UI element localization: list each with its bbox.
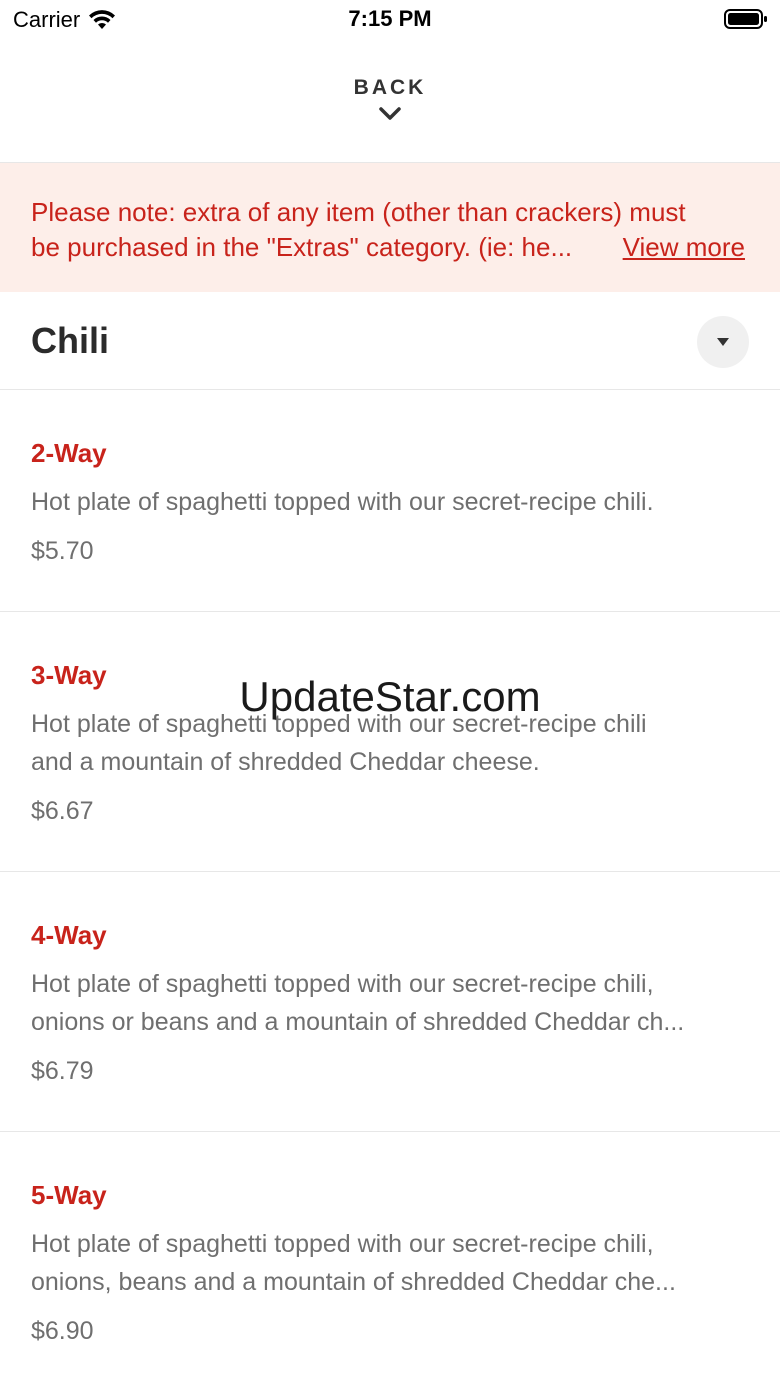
- status-bar: Carrier 7:15 PM: [0, 0, 780, 40]
- notice-line-2-text: be purchased in the "Extras" category. (…: [31, 232, 573, 262]
- chevron-down-icon: [379, 107, 401, 120]
- item-description: Hot plate of spaghetti topped with our s…: [31, 1225, 755, 1301]
- item-description-line: Hot plate of spaghetti topped with our s…: [31, 488, 654, 516]
- back-button[interactable]: BACK: [0, 60, 780, 162]
- item-description: Hot plate of spaghetti topped with our s…: [31, 705, 755, 781]
- item-description-line: Hot plate of spaghetti topped with our s…: [31, 970, 654, 998]
- clock: 7:15 PM: [348, 6, 432, 31]
- category-toggle-button[interactable]: [697, 316, 749, 368]
- menu-item-2-way[interactable]: 2-Way Hot plate of spaghetti topped with…: [0, 390, 780, 611]
- item-description: Hot plate of spaghetti topped with our s…: [31, 483, 755, 521]
- item-description-line: onions, beans and a mountain of shredded…: [31, 1268, 676, 1296]
- notice-banner: Please note: extra of any item (other th…: [0, 163, 780, 292]
- view-more-link[interactable]: View more: [623, 230, 745, 265]
- item-name: 2-Way: [31, 438, 107, 468]
- menu-item-3-way[interactable]: 3-Way Hot plate of spaghetti topped with…: [0, 612, 780, 871]
- item-description-line: Hot plate of spaghetti topped with our s…: [31, 710, 647, 738]
- battery-icon: [724, 9, 767, 29]
- item-name: 3-Way: [31, 660, 107, 690]
- category-header: Chili: [0, 292, 780, 389]
- item-name: 5-Way: [31, 1180, 107, 1210]
- menu-item-5-way[interactable]: 5-Way Hot plate of spaghetti topped with…: [0, 1132, 780, 1387]
- item-price: $5.70: [31, 537, 94, 565]
- item-name: 4-Way: [31, 920, 107, 950]
- item-description: Hot plate of spaghetti topped with our s…: [31, 965, 755, 1041]
- item-price: $6.67: [31, 797, 94, 825]
- item-description-line: and a mountain of shredded Cheddar chees…: [31, 748, 540, 776]
- notice-line-1: Please note: extra of any item (other th…: [31, 197, 686, 227]
- item-price: $6.90: [31, 1317, 94, 1345]
- caret-down-icon: [717, 338, 729, 346]
- item-description-line: onions or beans and a mountain of shredd…: [31, 1008, 685, 1036]
- notice-line-2: be purchased in the "Extras" category. (…: [31, 230, 751, 265]
- menu-item-4-way[interactable]: 4-Way Hot plate of spaghetti topped with…: [0, 872, 780, 1131]
- notice-text: Please note: extra of any item (other th…: [31, 195, 751, 265]
- category-title: Chili: [31, 320, 109, 361]
- item-description-line: Hot plate of spaghetti topped with our s…: [31, 1230, 654, 1258]
- item-price: $6.79: [31, 1057, 94, 1085]
- back-label: BACK: [353, 76, 427, 99]
